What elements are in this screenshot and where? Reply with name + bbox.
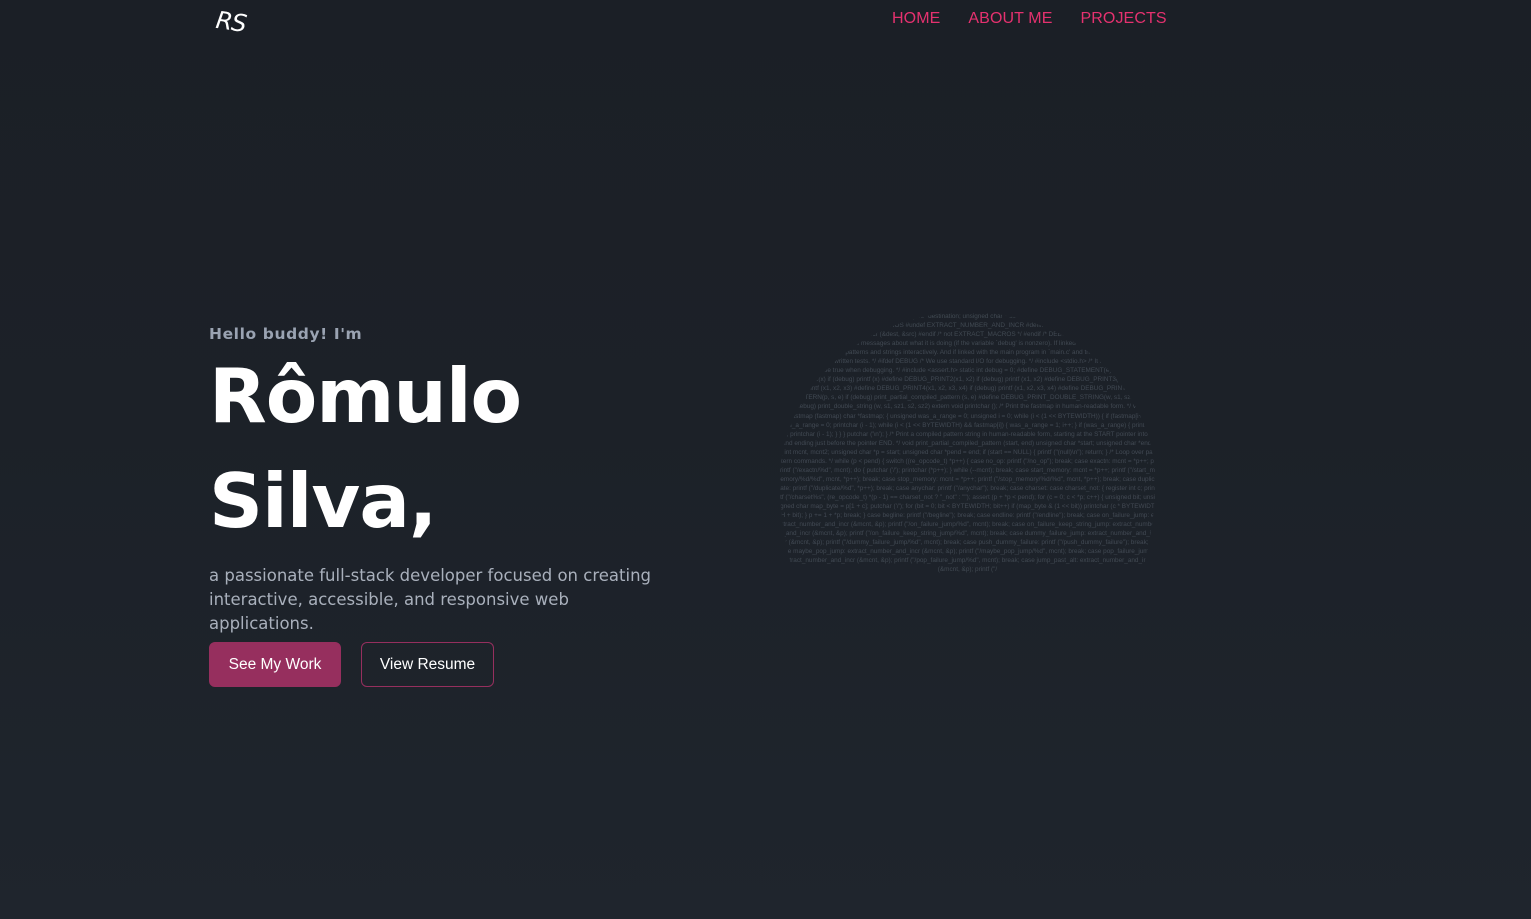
nav-projects-link[interactable]: PROJECTS	[1080, 10, 1166, 28]
code-portrait-image: extract_num ber_and_incr (destination, s…	[780, 313, 1155, 574]
hero-section: Hello buddy! I'm Rômulo Silva, a passion…	[209, 324, 729, 636]
nav-home-link[interactable]: HOME	[892, 10, 940, 28]
hero-tagline: a passionate full-stack developer focuse…	[209, 566, 651, 633]
logo[interactable]: RS	[214, 6, 248, 38]
hero-name: Rômulo Silva,	[209, 344, 729, 554]
hero-greeting: Hello buddy! I'm	[209, 325, 363, 343]
view-resume-button[interactable]: View Resume	[361, 642, 494, 687]
main-nav: HOME ABOUT ME PROJECTS	[892, 10, 1167, 28]
nav-about-me-link[interactable]: ABOUT ME	[968, 10, 1052, 28]
hero-actions: See My Work View Resume	[209, 642, 494, 687]
hero-name-last: Silva,	[209, 457, 437, 545]
see-my-work-button[interactable]: See My Work	[209, 642, 341, 687]
hero-name-first: Rômulo	[209, 352, 522, 440]
